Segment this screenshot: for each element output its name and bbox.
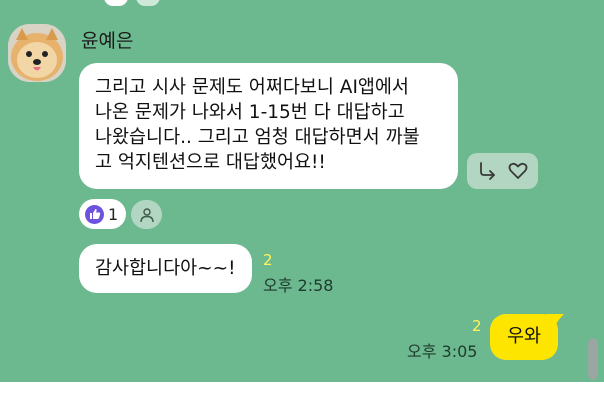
previous-reaction-stub	[104, 0, 128, 6]
reply-button[interactable]	[473, 157, 501, 185]
unread-count: 2	[263, 251, 273, 269]
reaction-participants-button[interactable]	[131, 200, 162, 229]
scroll-thumb[interactable]	[588, 338, 598, 380]
message-time: 오후 2:58	[263, 276, 334, 295]
message-bubble[interactable]: 그리고 시사 문제도 어쩌다보니 AI앱에서 나온 문제가 나와서 1-15번 …	[79, 63, 458, 189]
reaction-badge[interactable]: 1	[79, 199, 126, 229]
message-line: 나왔습니다.. 그리고 엄청 대답하면서 까불	[95, 127, 420, 148]
message-line: 고 억지텐션으로 대답했어요!!	[95, 152, 326, 173]
message-time: 오후 3:05	[407, 342, 478, 361]
message-line: 나온 문제가 나와서 1-15번 다 대답하고	[95, 102, 405, 123]
unread-count: 2	[472, 317, 482, 335]
like-button[interactable]	[504, 157, 532, 185]
previous-reaction-stub	[136, 0, 160, 6]
message-line: 그리고 시사 문제도 어쩌다보니 AI앱에서	[95, 77, 409, 98]
message-bubble[interactable]: 감사합니다아~~!	[79, 244, 252, 293]
person-icon	[139, 207, 154, 222]
input-area-edge	[0, 382, 604, 400]
message-actions	[467, 153, 538, 189]
avatar[interactable]	[8, 24, 66, 82]
heart-icon	[508, 162, 528, 179]
sender-name: 윤예은	[81, 30, 134, 52]
scrollbar[interactable]	[580, 0, 604, 382]
thumbs-up-icon	[85, 204, 104, 224]
pomeranian-avatar-image	[8, 24, 66, 82]
reply-arrow-icon	[479, 162, 495, 180]
my-message-bubble[interactable]: 우와	[490, 314, 558, 360]
reaction-count: 1	[108, 204, 119, 224]
chat-area: 윤예은 그리고 시사 문제도 어쩌다보니 AI앱에서 나온 문제가 나와서 1-…	[0, 0, 580, 382]
